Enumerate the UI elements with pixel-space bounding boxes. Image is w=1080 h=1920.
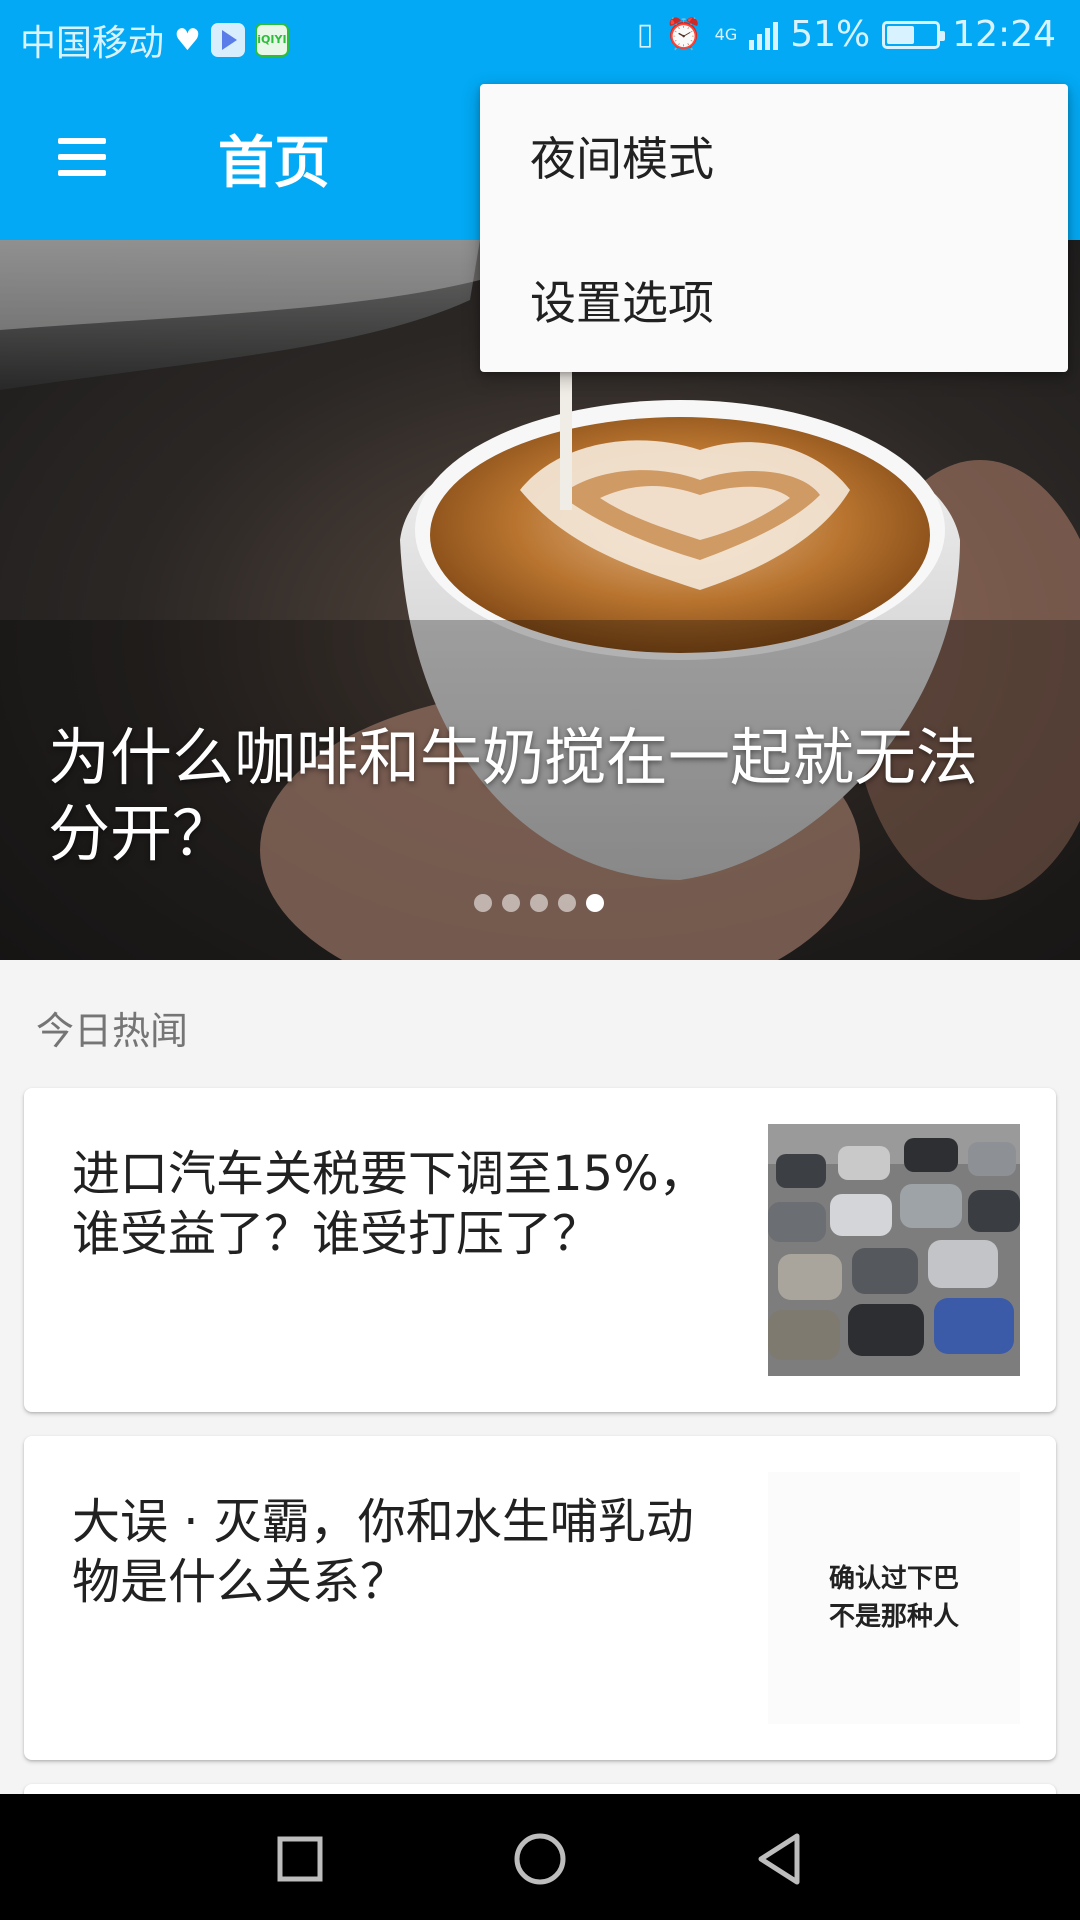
carousel-dot [530, 894, 548, 912]
story-title: 大误 · 灭霸，你和水生哺乳动物是什么关系？ [72, 1494, 694, 1610]
battery-percent: 51% [790, 14, 871, 55]
carousel-dot-active [586, 894, 604, 912]
carousel-dot [558, 894, 576, 912]
vibrate-icon: ▯ [636, 17, 654, 52]
meme-thumbnail: 确认过下巴 不是那种人 [768, 1472, 1020, 1724]
story-card[interactable]: 大误 · 灭霸，你和水生哺乳动物是什么关系？ 确认过下巴 不是那种人 [24, 1436, 1056, 1760]
battery-icon [882, 20, 946, 49]
heart-icon: ♥ [174, 22, 201, 58]
carousel-indicator [474, 894, 604, 912]
video-app-icon [210, 23, 245, 57]
network-type: 4G [714, 24, 738, 44]
overflow-menu: 夜间模式 设置选项 [480, 84, 1068, 372]
story-card[interactable]: 进口汽车关税要下调至15%，谁受益了？谁受打压了？ [24, 1088, 1056, 1412]
back-icon[interactable] [745, 1824, 815, 1894]
iqiyi-icon: iQIYI [254, 23, 289, 57]
story-title: 进口汽车关税要下调至15%，谁受益了？谁受打压了？ [72, 1146, 707, 1262]
signal-icon [749, 20, 779, 50]
menu-item-label: 夜间模式 [530, 132, 714, 186]
status-right: ▯ ⏰ 4G 51% 12:24 [637, 14, 1056, 55]
cars-parking-lot-image [768, 1124, 1020, 1376]
carousel-dot [474, 894, 492, 912]
section-header: 今日热闻 [36, 1009, 189, 1053]
status-left: 中国移动 ♥ iQIYI [20, 14, 289, 66]
hamburger-menu-icon[interactable] [48, 124, 118, 190]
home-icon[interactable] [505, 1824, 575, 1894]
meme-caption: 确认过下巴 不是那种人 [828, 1564, 959, 1632]
menu-item-label: 设置选项 [530, 276, 714, 330]
alarm-icon: ⏰ [665, 17, 703, 52]
status-bar: 中国移动 ♥ iQIYI ▯ ⏰ 4G 51% 12:24 [0, 0, 1080, 74]
clock: 12:24 [952, 14, 1056, 55]
system-nav-bar [0, 1794, 1080, 1920]
carousel-dot [502, 894, 520, 912]
menu-item-settings[interactable]: 设置选项 [480, 228, 1068, 372]
menu-item-night-mode[interactable]: 夜间模式 [480, 84, 1068, 228]
recent-apps-icon[interactable] [265, 1824, 335, 1894]
carrier-label: 中国移动 [20, 23, 165, 64]
page-title: 首页 [218, 131, 330, 196]
hero-title: 为什么咖啡和牛奶搅在一起就无法分开？ [48, 721, 979, 870]
